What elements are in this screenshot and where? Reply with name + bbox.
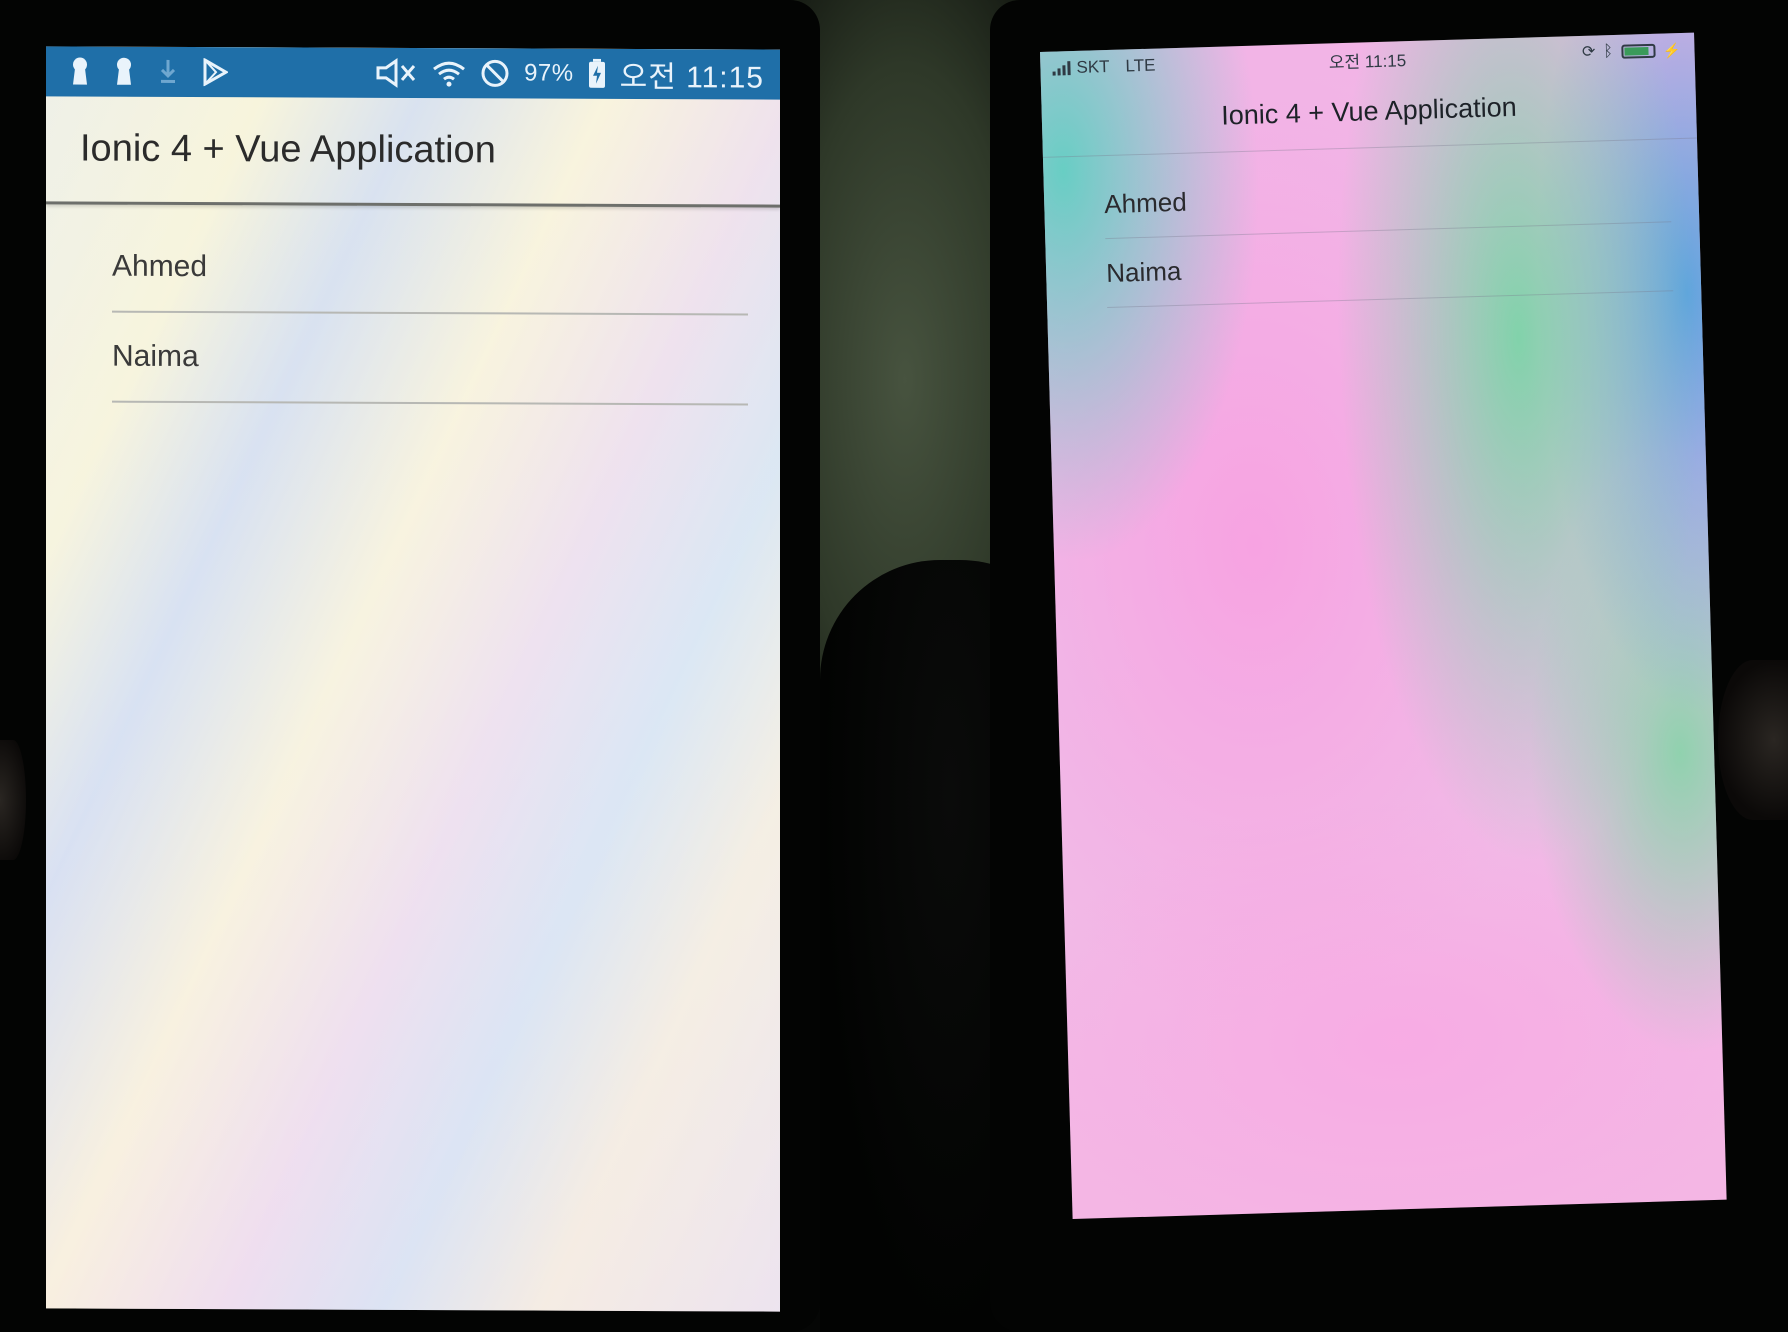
list-item-label: Naima	[112, 339, 199, 374]
play-store-icon	[202, 58, 228, 87]
android-status-bar: 97% 오전 11:15	[46, 46, 780, 100]
download-icon	[158, 58, 178, 86]
ios-list: Ahmed Naima	[1043, 139, 1701, 310]
android-screen: 97% 오전 11:15 Ionic 4 + Vue Application A…	[46, 46, 780, 1312]
list-item[interactable]: Naima	[112, 312, 748, 406]
list-item-label: Naima	[1105, 255, 1182, 288]
carrier-name: SKT	[1076, 56, 1110, 77]
android-toolbar: Ionic 4 + Vue Application	[46, 96, 780, 208]
android-status-time: 오전 11:15	[619, 60, 764, 95]
orientation-lock-icon: ⟳	[1581, 43, 1596, 61]
battery-percent: 97%	[524, 59, 574, 87]
ios-screen: SKT LTE 오전 11:15 ⟳ ᛒ ⚡ Ionic 4 + Vue App…	[1040, 32, 1727, 1220]
photo-scene: 97% 오전 11:15 Ionic 4 + Vue Application A…	[0, 0, 1788, 1332]
battery-charging-icon	[588, 58, 606, 89]
network-type: LTE	[1125, 55, 1156, 76]
bluetooth-icon: ᛒ	[1603, 43, 1614, 61]
list-item-label: Ahmed	[112, 249, 208, 284]
ios-system-icons: ⟳ ᛒ ⚡	[1582, 42, 1681, 61]
list-item-label: Ahmed	[1103, 186, 1188, 219]
android-system-icons: 97% 오전 11:15	[374, 51, 764, 97]
mute-icon	[374, 58, 418, 88]
battery-icon	[1620, 43, 1656, 59]
do-not-disturb-icon	[480, 58, 510, 88]
finger-left	[0, 740, 26, 860]
charging-bolt-icon: ⚡	[1662, 41, 1681, 59]
list-item[interactable]: Ahmed	[112, 222, 748, 316]
keyhole-icon	[114, 57, 134, 87]
page-title: Ionic 4 + Vue Application	[1220, 91, 1518, 131]
android-list: Ahmed Naima	[46, 204, 780, 406]
signal-icon: SKT	[1052, 57, 1110, 79]
keyhole-icon	[70, 57, 90, 87]
wifi-icon	[432, 59, 466, 87]
page-title: Ionic 4 + Vue Application	[80, 127, 496, 172]
ios-carrier-info: SKT LTE	[1052, 56, 1156, 79]
android-notification-icons	[70, 57, 228, 88]
finger-right	[1718, 660, 1788, 820]
